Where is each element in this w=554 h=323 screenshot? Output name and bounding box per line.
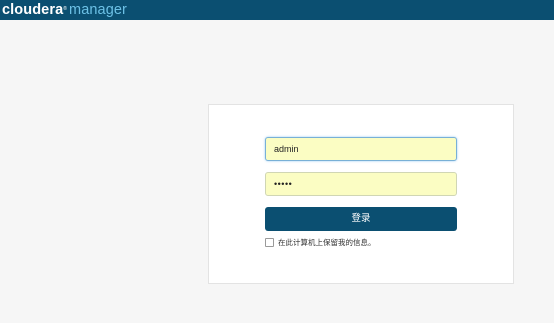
username-input[interactable] bbox=[265, 137, 457, 161]
password-input[interactable] bbox=[265, 172, 457, 196]
logo-brand-text: cloudera bbox=[2, 2, 64, 18]
cloudera-manager-logo[interactable]: cloudera® manager bbox=[2, 1, 127, 19]
login-button[interactable]: 登录 bbox=[265, 207, 457, 231]
remember-me-label: 在此计算机上保留我的信息。 bbox=[278, 237, 376, 247]
logo-product-text: manager bbox=[69, 2, 127, 18]
remember-me-checkbox[interactable] bbox=[265, 237, 274, 247]
registered-mark: ® bbox=[63, 6, 68, 12]
remember-me-option[interactable]: 在此计算机上保留我的信息。 bbox=[265, 236, 376, 248]
top-navbar: cloudera® manager bbox=[0, 0, 554, 20]
